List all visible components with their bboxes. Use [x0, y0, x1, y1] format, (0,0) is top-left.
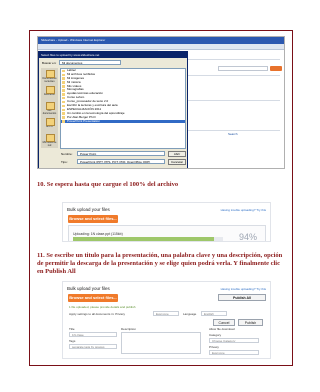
progress-percent: 94% [238, 232, 257, 242]
filename-label: Nombre: [61, 152, 73, 156]
step-10-caption: 10. Se espera hasta que cargue el 100% d… [37, 181, 179, 188]
title-input[interactable]: 1N clase [69, 332, 117, 337]
publish-button[interactable]: Publish [238, 319, 263, 326]
cancel-button[interactable]: Cancelar [168, 159, 186, 165]
upload-status-text: Uploading: 1N clase.ppt (115kb) [73, 232, 123, 236]
description-label: Description [121, 327, 137, 331]
filetype-label: Tipo: [61, 160, 68, 164]
help-link[interactable]: Having trouble uploading? Try this [221, 287, 266, 291]
screenshot-file-dialog: Slideshare - Upload - Windows Internet E… [37, 36, 285, 169]
place-desktop[interactable]: Escritorio [41, 84, 58, 99]
progress-bar [73, 237, 223, 241]
title-label: Title [69, 327, 75, 331]
file-open-dialog: Select files to upload by www.slideshare… [38, 51, 188, 168]
page-search-button[interactable] [270, 66, 282, 71]
tags-label: Tags [69, 339, 76, 343]
page-footer-link[interactable]: Search [228, 132, 238, 136]
place-network[interactable]: Mis sitios de red [41, 132, 58, 147]
place-my-pc[interactable]: Mi PC [41, 116, 58, 131]
category-label: Category [209, 333, 222, 337]
bulk-upload-title: Bulk upload your files [67, 286, 110, 291]
filetype-select[interactable]: PowerPoint (PPT, PPS, POT, PDF, OpenOffi… [77, 159, 165, 164]
privacy-select[interactable]: Everyone [153, 311, 179, 316]
progress-bar-fill [73, 237, 214, 241]
browse-button[interactable]: Browse and select files... [68, 294, 118, 302]
dialog-title: Select files to upload by www.slideshare… [39, 52, 187, 58]
upload-status-box: Uploading: 1N clase.ppt (115kb) 94% [68, 225, 266, 242]
bulk-upload-title: Bulk upload your files [67, 207, 110, 212]
browse-button[interactable]: Browse and select files... [68, 215, 118, 223]
privacy-label: Privacy [209, 345, 219, 349]
open-button[interactable]: Abrir [168, 151, 186, 157]
allow-download-label[interactable]: Allow file download [209, 327, 235, 331]
list-item-selected[interactable]: PowerPoint Presentation [61, 119, 185, 124]
screenshot-upload-progress: Bulk upload your files Having trouble up… [62, 202, 271, 242]
publish-all-button[interactable]: Publish All [218, 294, 266, 301]
settings-line: Apply settings to all documents in: Priv… [69, 312, 126, 316]
step-11-caption: 11. Se escribe un titulo para la present… [37, 252, 283, 275]
screenshot-publish-form: Bulk upload your files Having trouble up… [62, 281, 271, 359]
category-select[interactable]: Choose Category [209, 338, 259, 343]
look-in-select[interactable]: Mi documentos [59, 60, 121, 65]
description-textarea[interactable] [121, 332, 201, 354]
help-link[interactable]: Having trouble uploading? Try this [221, 208, 266, 212]
language-select[interactable]: English [201, 311, 227, 316]
language-label: Language [183, 312, 197, 316]
browser-title-bar: Slideshare - Upload - Windows Internet E… [38, 37, 284, 44]
privacy-field-select[interactable]: Everyone [209, 350, 259, 355]
place-documents[interactable]: Mis documentos [41, 100, 58, 115]
upload-status-line: 1 file uploaded, please provide details … [69, 305, 136, 309]
cancel-button[interactable]: Cancel [213, 319, 235, 326]
places-bar: Documentos recientes Escritorio Mis docu… [41, 68, 58, 148]
filename-input[interactable]: Power Point [77, 151, 165, 156]
look-in-label: Buscar en: [42, 61, 57, 65]
place-recent[interactable]: Documentos recientes [41, 68, 58, 83]
page-search-input[interactable] [218, 66, 268, 71]
file-list: Labtec Mi archivos recibidos Mi imágenes… [60, 68, 186, 149]
tags-input[interactable]: separate tags by spaces [69, 344, 117, 349]
